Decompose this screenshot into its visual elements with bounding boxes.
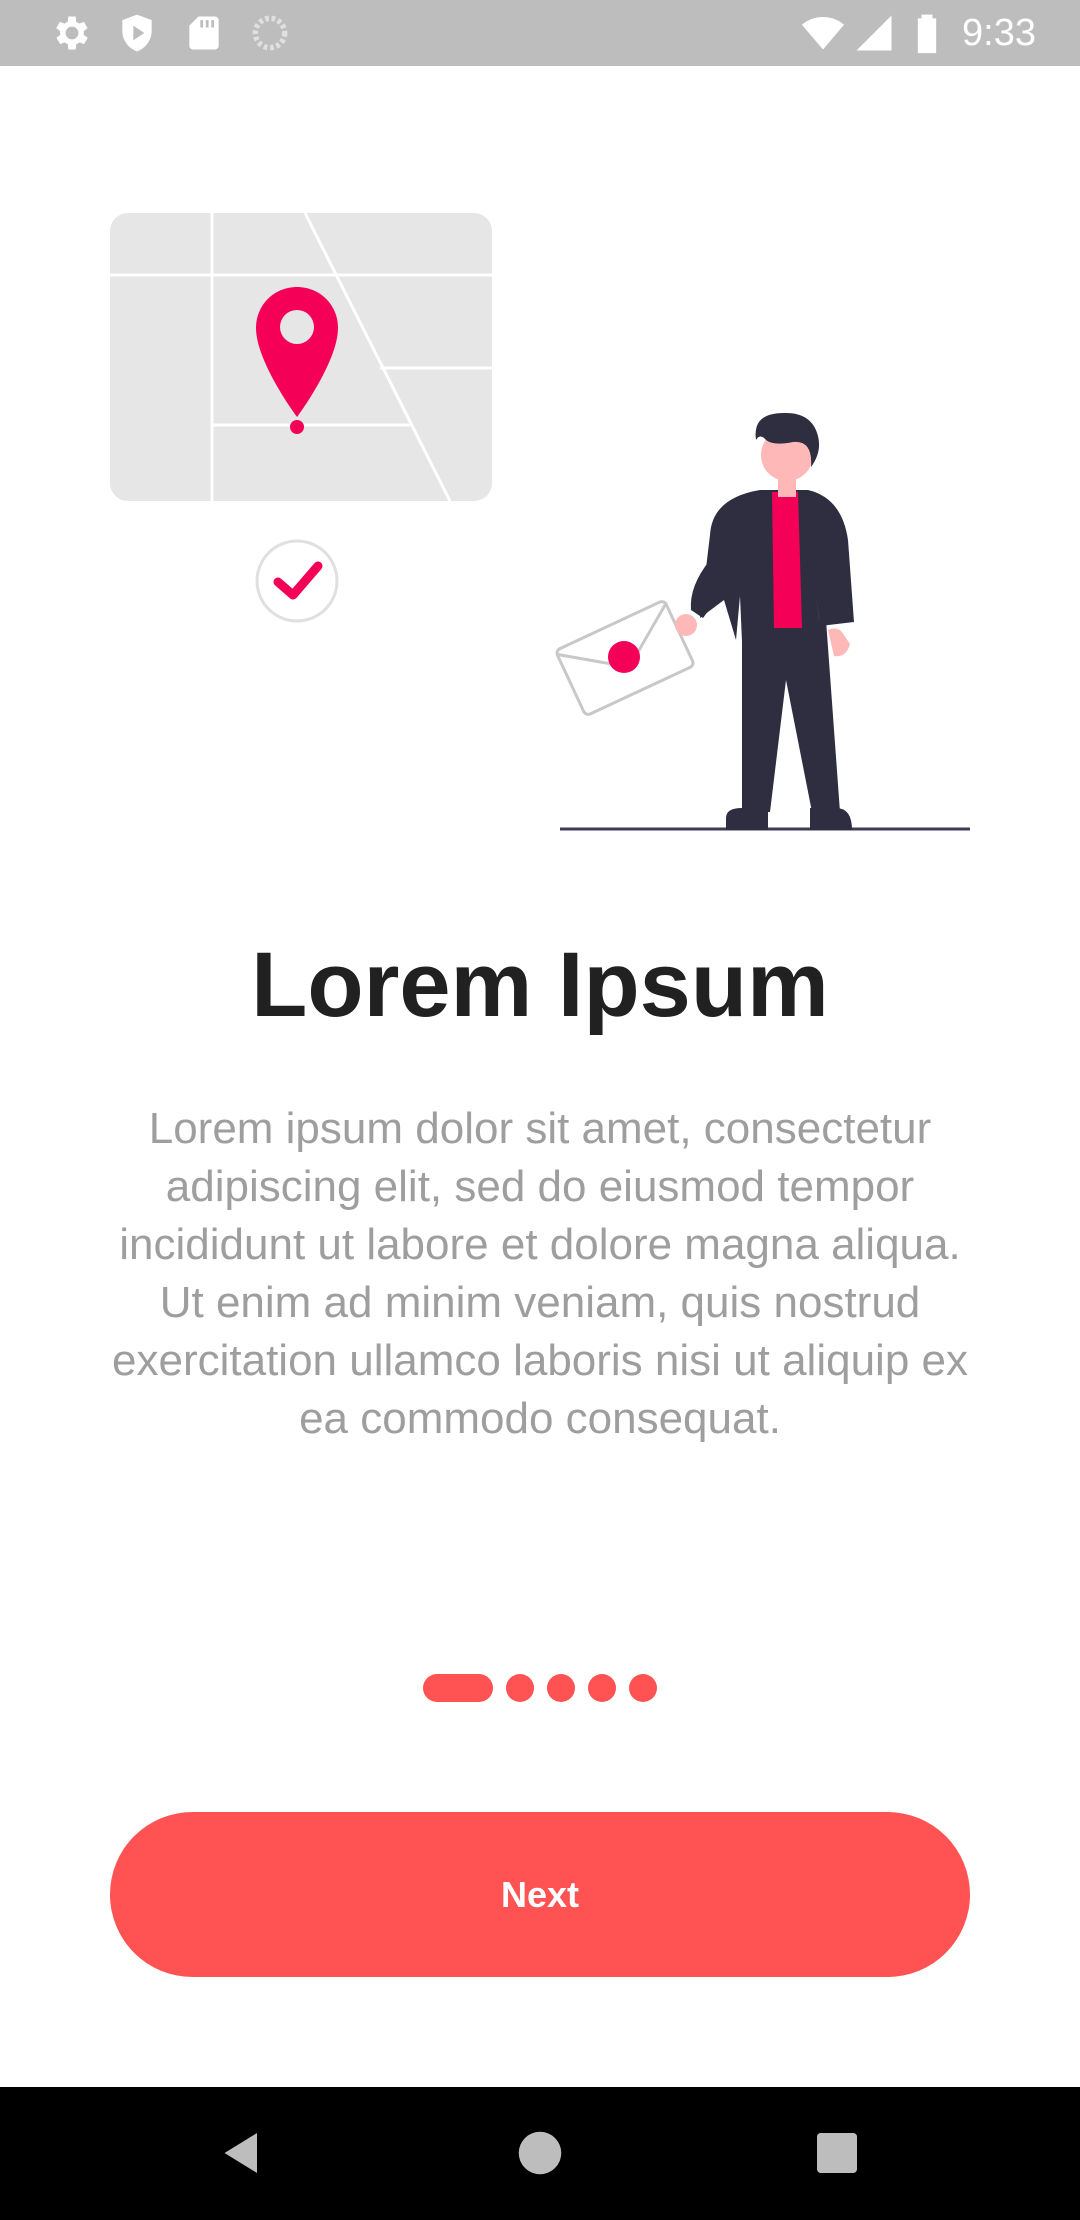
check-circle-icon <box>255 539 339 623</box>
gear-icon <box>56 16 88 50</box>
back-icon[interactable] <box>212 2123 272 2183</box>
next-button[interactable]: Next <box>110 1812 970 1977</box>
onboarding-illustration <box>110 212 970 831</box>
page-indicator <box>0 1674 1080 1702</box>
sync-circle-icon <box>252 15 288 51</box>
envelope-icon <box>555 600 695 716</box>
navigation-bar <box>0 2087 1080 2220</box>
page-dot <box>547 1674 575 1702</box>
page-dot <box>506 1674 534 1702</box>
recents-icon[interactable] <box>807 2123 867 2183</box>
page-dot <box>588 1674 616 1702</box>
description-text: Lorem ipsum dolor sit amet, consectetur … <box>112 1104 968 1443</box>
status-bar: 9:33 <box>0 0 1080 66</box>
page-dot-active <box>423 1674 493 1702</box>
status-time: 9:33 <box>962 12 1036 54</box>
signal-icon <box>856 15 892 51</box>
page-title: Lorem Ipsum <box>251 934 829 1036</box>
battery-icon <box>917 14 937 54</box>
home-icon[interactable] <box>510 2123 570 2183</box>
sd-card-icon <box>189 16 219 50</box>
page-dot <box>629 1674 657 1702</box>
shield-play-icon <box>122 14 152 52</box>
wifi-icon <box>801 17 845 50</box>
